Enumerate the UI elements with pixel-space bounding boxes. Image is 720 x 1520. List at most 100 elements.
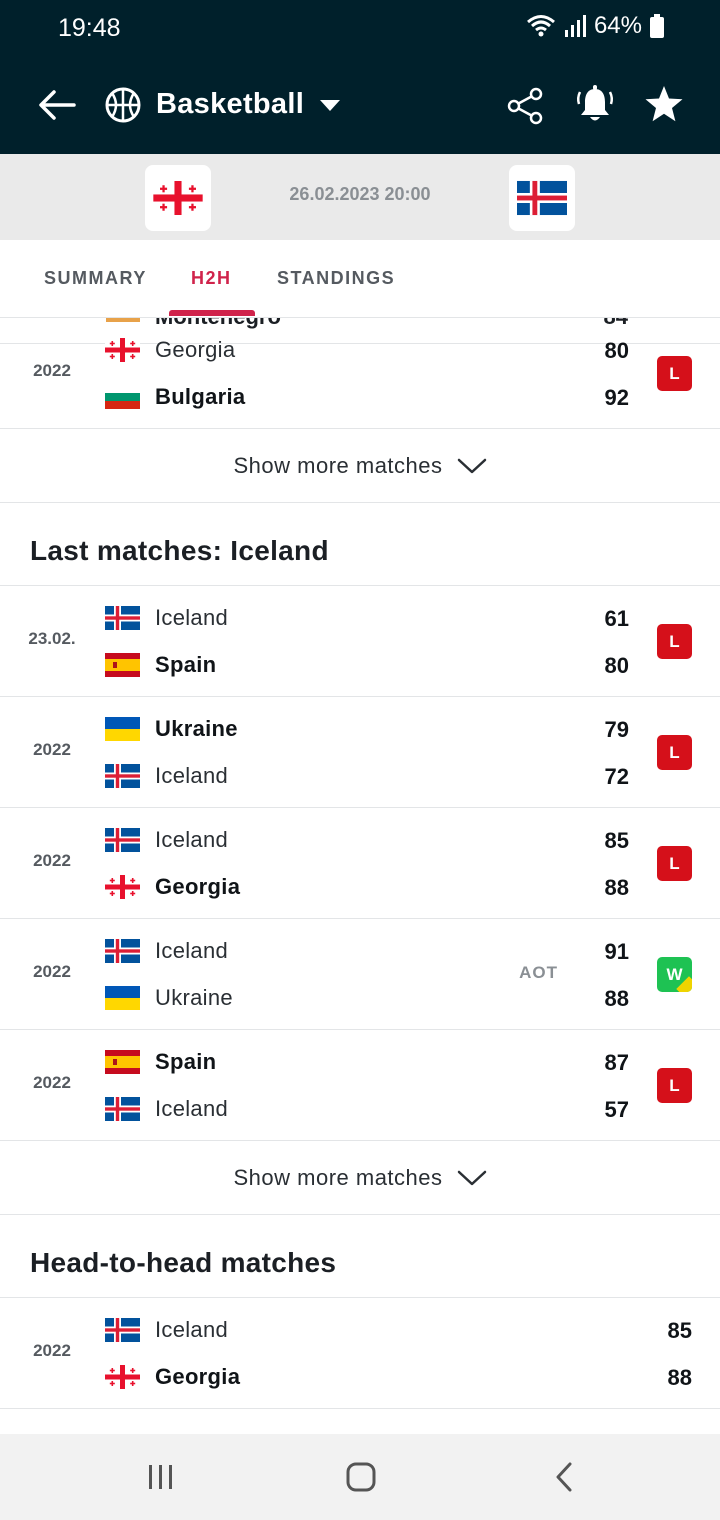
team-name: Bulgaria (155, 384, 246, 409)
table-row[interactable]: 2022 Ukraine Iceland 79 72 L (0, 697, 720, 808)
spain-flag-icon (105, 1050, 140, 1074)
section-title: Last matches: Iceland (0, 513, 720, 586)
home-team: Georgia (105, 337, 236, 362)
home-score: 61 (604, 606, 629, 631)
team-name: Iceland (155, 605, 229, 630)
match-date: 2022 (33, 740, 71, 759)
result-badge: W (657, 957, 692, 992)
show-more-label: Show more matches (233, 1164, 443, 1190)
show-more-button[interactable]: Show more matches (0, 429, 720, 503)
chevron-down-icon (457, 1170, 486, 1185)
home-team: Iceland (105, 827, 229, 852)
iceland-flag-icon (105, 939, 140, 963)
match-datetime: 26.02.2023 20:00 (289, 184, 431, 204)
away-team: Iceland (105, 763, 229, 788)
app-header: 19:48 64% Basketball (0, 0, 720, 154)
tab-summary[interactable]: SUMMARY (44, 268, 147, 289)
away-team: Spain (105, 652, 217, 677)
result-badge: L (657, 846, 692, 881)
away-score: 57 (604, 1097, 629, 1122)
active-tab-indicator (169, 310, 255, 316)
match-date: 2022 (33, 1073, 71, 1092)
away-team: Georgia (105, 874, 241, 899)
table-row[interactable]: 2022 Iceland Ukraine AOT 91 88 W (0, 919, 720, 1030)
h2h-content[interactable]: Montenegro 84 2022 Georgia Bulgaria 80 9… (0, 318, 720, 1434)
tab-h2h[interactable]: H2H (191, 268, 232, 289)
team-name: Iceland (155, 1096, 229, 1121)
home-score: 85 (667, 1318, 692, 1343)
team-name: Ukraine (155, 985, 233, 1010)
overtime-note: AOT (519, 963, 558, 982)
team-name: Iceland (155, 938, 229, 963)
team-name: Georgia (155, 337, 236, 362)
georgia-flag-icon (105, 875, 140, 899)
away-score: 88 (667, 1365, 692, 1390)
match-header: 26.02.2023 20:00 (0, 154, 720, 240)
match-date: 2022 (33, 962, 71, 981)
away-team: Ukraine (105, 985, 233, 1010)
home-score: 80 (604, 338, 629, 363)
sport-title[interactable]: Basketball (156, 88, 304, 121)
favorite-star-icon[interactable] (644, 84, 684, 124)
wifi-icon (526, 15, 555, 37)
iceland-flag-icon (105, 1318, 140, 1342)
share-icon[interactable] (505, 86, 545, 126)
table-row[interactable]: 2022 Georgia Bulgaria 80 92 L (0, 318, 720, 429)
tab-bar: SUMMARY H2H STANDINGS (0, 240, 720, 318)
home-team: Ukraine (105, 716, 238, 741)
result-badge: L (657, 1068, 692, 1103)
result-badge: L (657, 735, 692, 770)
section-title: Head-to-head matches (0, 1225, 720, 1298)
match-date: 23.02. (28, 629, 76, 648)
chevron-down-icon (457, 458, 486, 473)
signal-icon (564, 15, 586, 37)
home-score: 87 (604, 1050, 629, 1075)
home-score: 85 (604, 828, 629, 853)
home-icon[interactable] (344, 1461, 378, 1493)
away-team: Georgia (105, 1364, 240, 1389)
system-navigation-bar (0, 1434, 720, 1520)
team-name: Iceland (155, 763, 229, 788)
battery-percent: 64% (593, 12, 642, 39)
away-score: 92 (604, 385, 629, 410)
result-badge: L (657, 356, 692, 391)
show-more-button[interactable]: Show more matches (0, 1141, 720, 1215)
recent-apps-icon[interactable] (146, 1461, 176, 1493)
away-team: Iceland (105, 1096, 229, 1121)
status-icons: 64% (526, 12, 664, 40)
away-score: 80 (604, 653, 629, 678)
iceland-flag-icon (105, 1097, 140, 1121)
dropdown-caret-icon[interactable] (318, 98, 342, 114)
iceland-flag-icon (105, 764, 140, 788)
back-arrow-icon[interactable] (34, 82, 80, 128)
result-badge: L (657, 624, 692, 659)
status-time: 19:48 (58, 14, 121, 42)
georgia-flag-icon (105, 1365, 140, 1389)
basketball-icon[interactable] (104, 86, 142, 124)
back-icon[interactable] (550, 1461, 580, 1493)
table-row[interactable]: 2022 Spain Iceland 87 57 L (0, 1030, 720, 1141)
home-team: Iceland (105, 938, 229, 963)
iceland-flag-icon (105, 606, 140, 630)
ukraine-flag-icon (105, 986, 140, 1010)
show-more-label: Show more matches (233, 452, 443, 478)
iceland-flag-icon (517, 180, 567, 216)
away-team: Bulgaria (105, 384, 246, 409)
team-name: Spain (155, 652, 217, 677)
team-name: Iceland (155, 827, 229, 852)
tab-standings[interactable]: STANDINGS (277, 268, 395, 289)
team-name: Georgia (155, 874, 241, 899)
away-team-logo[interactable] (509, 165, 575, 231)
table-row[interactable]: 2022 Iceland Georgia 85 88 (0, 1298, 720, 1409)
home-score: 79 (604, 717, 629, 742)
notification-bell-icon[interactable] (575, 84, 615, 126)
away-score: 72 (604, 764, 629, 789)
team-name: Spain (155, 1049, 217, 1074)
table-row[interactable]: 2022 Iceland Georgia 85 88 L (0, 808, 720, 919)
away-score: 88 (604, 986, 629, 1011)
home-team: Iceland (105, 1317, 228, 1342)
table-row[interactable]: 23.02. Iceland Spain 61 80 L (0, 586, 720, 697)
spain-flag-icon (105, 653, 140, 677)
match-date: 2022 (33, 851, 71, 870)
home-score: 91 (604, 939, 629, 964)
